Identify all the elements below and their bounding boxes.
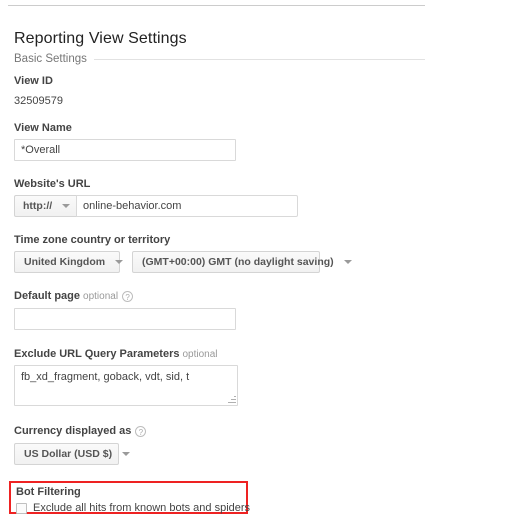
currency-value: US Dollar (USD $) [24,448,113,460]
field-default-page: Default page optional? [14,289,134,304]
currency-select[interactable]: US Dollar (USD $) [14,443,131,465]
field-time-zone: Time zone country or territory [14,233,170,247]
view-id-label: View ID [14,75,53,87]
section-divider [93,58,425,60]
exclude-query-params-textarea[interactable] [14,365,238,406]
currency-label-text: Currency displayed as [14,425,132,437]
default-page-label-text: Default page [14,290,81,302]
bot-filtering-checkbox-row[interactable]: Exclude all hits from known bots and spi… [16,502,250,514]
exclude-query-params-label: Exclude URL Query Parameters optional [14,347,218,362]
bot-filtering-highlight-box: Bot Filtering Exclude all hits from know… [9,481,250,514]
chevron-down-icon [122,452,131,456]
website-url-label: Website's URL [14,178,91,190]
time-zone-country-select[interactable]: United Kingdom [14,251,124,273]
url-scheme-select[interactable]: http:// [14,195,76,217]
website-url-input[interactable] [76,195,298,217]
time-zone-country-value: United Kingdom [24,256,106,268]
time-zone-offset-select[interactable]: (GMT+00:00) GMT (no daylight saving) [132,251,352,273]
url-scheme-value: http:// [23,200,53,212]
bot-filtering-checkbox-label: Exclude all hits from known bots and spi… [33,502,251,514]
view-name-input[interactable] [14,139,236,161]
top-divider [8,5,425,6]
chevron-down-icon [343,260,352,264]
help-icon[interactable]: ? [135,426,147,437]
field-website-url: Website's URL [14,177,90,191]
exclude-query-params-optional-tag: optional [182,349,218,360]
view-id-value: 32509579 [14,95,63,107]
website-url-row: http:// [14,195,298,217]
chevron-down-icon [62,204,70,208]
bot-filtering-checkbox[interactable] [16,502,27,514]
default-page-label: Default page optional? [14,289,134,304]
exclude-query-params-wrapper [14,365,238,406]
section-label: Basic Settings [14,53,87,65]
default-page-optional-tag: optional [83,291,119,302]
help-icon[interactable]: ? [122,291,134,302]
bot-filtering-label: Bot Filtering [16,486,81,498]
field-view-id: View ID 32509579 [14,74,63,109]
exclude-query-params-label-text: Exclude URL Query Parameters [14,348,180,360]
time-zone-label: Time zone country or territory [14,234,171,246]
currency-label: Currency displayed as? [14,424,147,438]
view-name-label: View Name [14,122,72,134]
default-page-input[interactable] [14,308,236,330]
time-zone-offset-value: (GMT+00:00) GMT (no daylight saving) [142,256,334,268]
section-header-basic-settings: Basic Settings [14,53,425,65]
field-view-name: View Name [14,121,72,135]
page-title: Reporting View Settings [14,29,187,47]
field-currency: Currency displayed as? [14,424,147,438]
chevron-down-icon [115,260,124,264]
field-exclude-query-params: Exclude URL Query Parameters optional [14,347,218,362]
